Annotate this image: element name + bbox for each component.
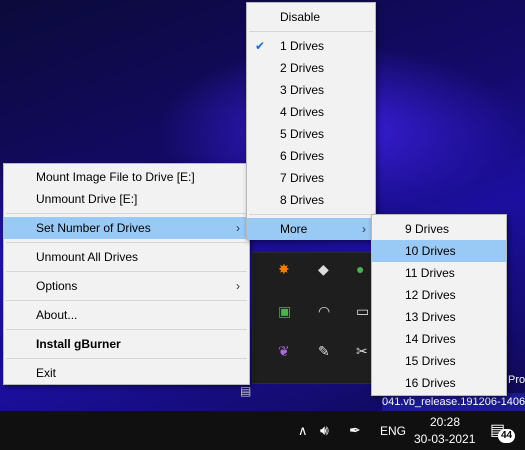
menu-item-label: 11 Drives [405, 266, 455, 280]
menu-item-label: Set Number of Drives [36, 221, 151, 235]
menu-item-label: 14 Drives [405, 332, 456, 346]
options-menu-item[interactable]: Options › [4, 275, 249, 297]
menu-separator [6, 329, 247, 330]
menu-item-label: 16 Drives [405, 376, 456, 390]
chevron-right-icon: › [236, 221, 240, 235]
chevron-up-icon[interactable]: ∧ [298, 423, 308, 439]
menu-item-label: 15 Drives [405, 354, 456, 368]
drives-option-8[interactable]: 8 Drives [247, 189, 375, 211]
menu-item-label: Install gBurner [36, 337, 121, 351]
drives-option-7[interactable]: 7 Drives [247, 167, 375, 189]
menu-item-label: 7 Drives [280, 171, 325, 185]
more-drives-submenu: 9 Drives 10 Drives 11 Drives 12 Drives 1… [371, 214, 507, 396]
performance-monitor-icon[interactable]: ▣ [278, 303, 291, 320]
drives-option-2[interactable]: 2 Drives [247, 57, 375, 79]
gburner-tray-icon[interactable]: ● [356, 261, 364, 277]
clock-date[interactable]: 30-03-2021 [414, 432, 475, 446]
drives-option-15[interactable]: 15 Drives [372, 350, 506, 372]
about-menu-item[interactable]: About... [4, 304, 249, 326]
drives-option-16[interactable]: 16 Drives [372, 372, 506, 394]
menu-separator [6, 213, 247, 214]
exit-menu-item[interactable]: Exit [4, 362, 249, 384]
more-drives-menu-item[interactable]: More › [247, 218, 375, 240]
menu-separator [6, 358, 247, 359]
menu-item-label: 12 Drives [405, 288, 456, 302]
unmount-all-drives-menu-item[interactable]: Unmount All Drives [4, 246, 249, 268]
install-gburner-menu-item[interactable]: Install gBurner [4, 333, 249, 355]
drives-option-5[interactable]: 5 Drives [247, 123, 375, 145]
drives-option-4[interactable]: 4 Drives [247, 101, 375, 123]
menu-separator [249, 31, 373, 32]
menu-separator [249, 214, 373, 215]
menu-item-label: 8 Drives [280, 193, 325, 207]
disable-drives-menu-item[interactable]: Disable [247, 6, 375, 28]
menu-item-label: 9 Drives [405, 222, 450, 236]
chevron-right-icon: › [236, 279, 240, 293]
pen-icon[interactable]: ✒ [349, 422, 361, 439]
menu-item-label: Disable [280, 10, 321, 24]
menu-item-label: 4 Drives [280, 105, 325, 119]
menu-separator [6, 271, 247, 272]
avast-icon[interactable]: ✸ [278, 261, 290, 278]
drives-option-6[interactable]: 6 Drives [247, 145, 375, 167]
menu-item-label: 10 Drives [405, 244, 456, 258]
taskbar: ∧ 🔊︎ ✒ ENG 20:28 30-03-2021 ▤ 44 [0, 411, 525, 450]
mount-image-menu-item[interactable]: Mount Image File to Drive [E:] [4, 166, 249, 188]
menu-item-label: 1 Drives [280, 39, 325, 53]
clock-time[interactable]: 20:28 [430, 415, 460, 429]
drives-option-3[interactable]: 3 Drives [247, 79, 375, 101]
wifi-icon[interactable]: ◠ [318, 303, 330, 320]
menu-item-label: 13 Drives [405, 310, 456, 324]
unmount-drive-menu-item[interactable]: Unmount Drive [E:] [4, 188, 249, 210]
number-of-drives-submenu: Disable ✔ 1 Drives 2 Drives 3 Drives 4 D… [246, 2, 376, 240]
menu-item-label: Options [36, 279, 78, 293]
menu-separator [6, 300, 247, 301]
onenote-icon[interactable]: ✎ [318, 343, 330, 360]
menu-item-label: 6 Drives [280, 149, 325, 163]
desktop-watermark-pro: Pro [508, 374, 525, 386]
drives-option-1[interactable]: ✔ 1 Drives [247, 35, 375, 57]
diamond-app-icon[interactable]: ◆ [318, 261, 329, 278]
battery-icon[interactable]: ▭ [356, 303, 369, 320]
menu-item-label: Unmount Drive [E:] [36, 192, 138, 206]
menu-item-label: 2 Drives [280, 61, 325, 75]
snipping-tool-icon[interactable]: ✂ [356, 343, 368, 360]
chevron-right-icon: › [362, 222, 366, 236]
drives-option-14[interactable]: 14 Drives [372, 328, 506, 350]
menu-item-label: Exit [36, 366, 57, 380]
drives-option-13[interactable]: 13 Drives [372, 306, 506, 328]
menu-item-label: About... [36, 308, 78, 322]
menu-separator [6, 242, 247, 243]
checkmark-icon: ✔ [255, 39, 266, 53]
drives-option-11[interactable]: 11 Drives [372, 262, 506, 284]
main-context-menu: Mount Image File to Drive [E:] Unmount D… [3, 163, 250, 385]
volume-icon[interactable]: 🔊︎ [320, 422, 329, 439]
drives-option-10[interactable]: 10 Drives [372, 240, 506, 262]
menu-item-label: 5 Drives [280, 127, 325, 141]
tray-overflow-panel: ✸ ◆ ● ▣ ◠ ▭ ❦ ✎ ✂ [252, 252, 372, 384]
notification-count-badge: 44 [498, 429, 516, 443]
menu-item-label: Unmount All Drives [36, 250, 139, 264]
virtual-drive-icon[interactable]: ▤ [240, 384, 251, 398]
set-number-of-drives-menu-item[interactable]: Set Number of Drives › [4, 217, 249, 239]
language-indicator[interactable]: ENG [380, 424, 406, 438]
menu-item-label: Mount Image File to Drive [E:] [36, 170, 195, 184]
feather-icon[interactable]: ❦ [278, 343, 290, 360]
drives-option-12[interactable]: 12 Drives [372, 284, 506, 306]
menu-item-label: More [280, 222, 308, 236]
drives-option-9[interactable]: 9 Drives [372, 218, 506, 240]
menu-item-label: 3 Drives [280, 83, 325, 97]
